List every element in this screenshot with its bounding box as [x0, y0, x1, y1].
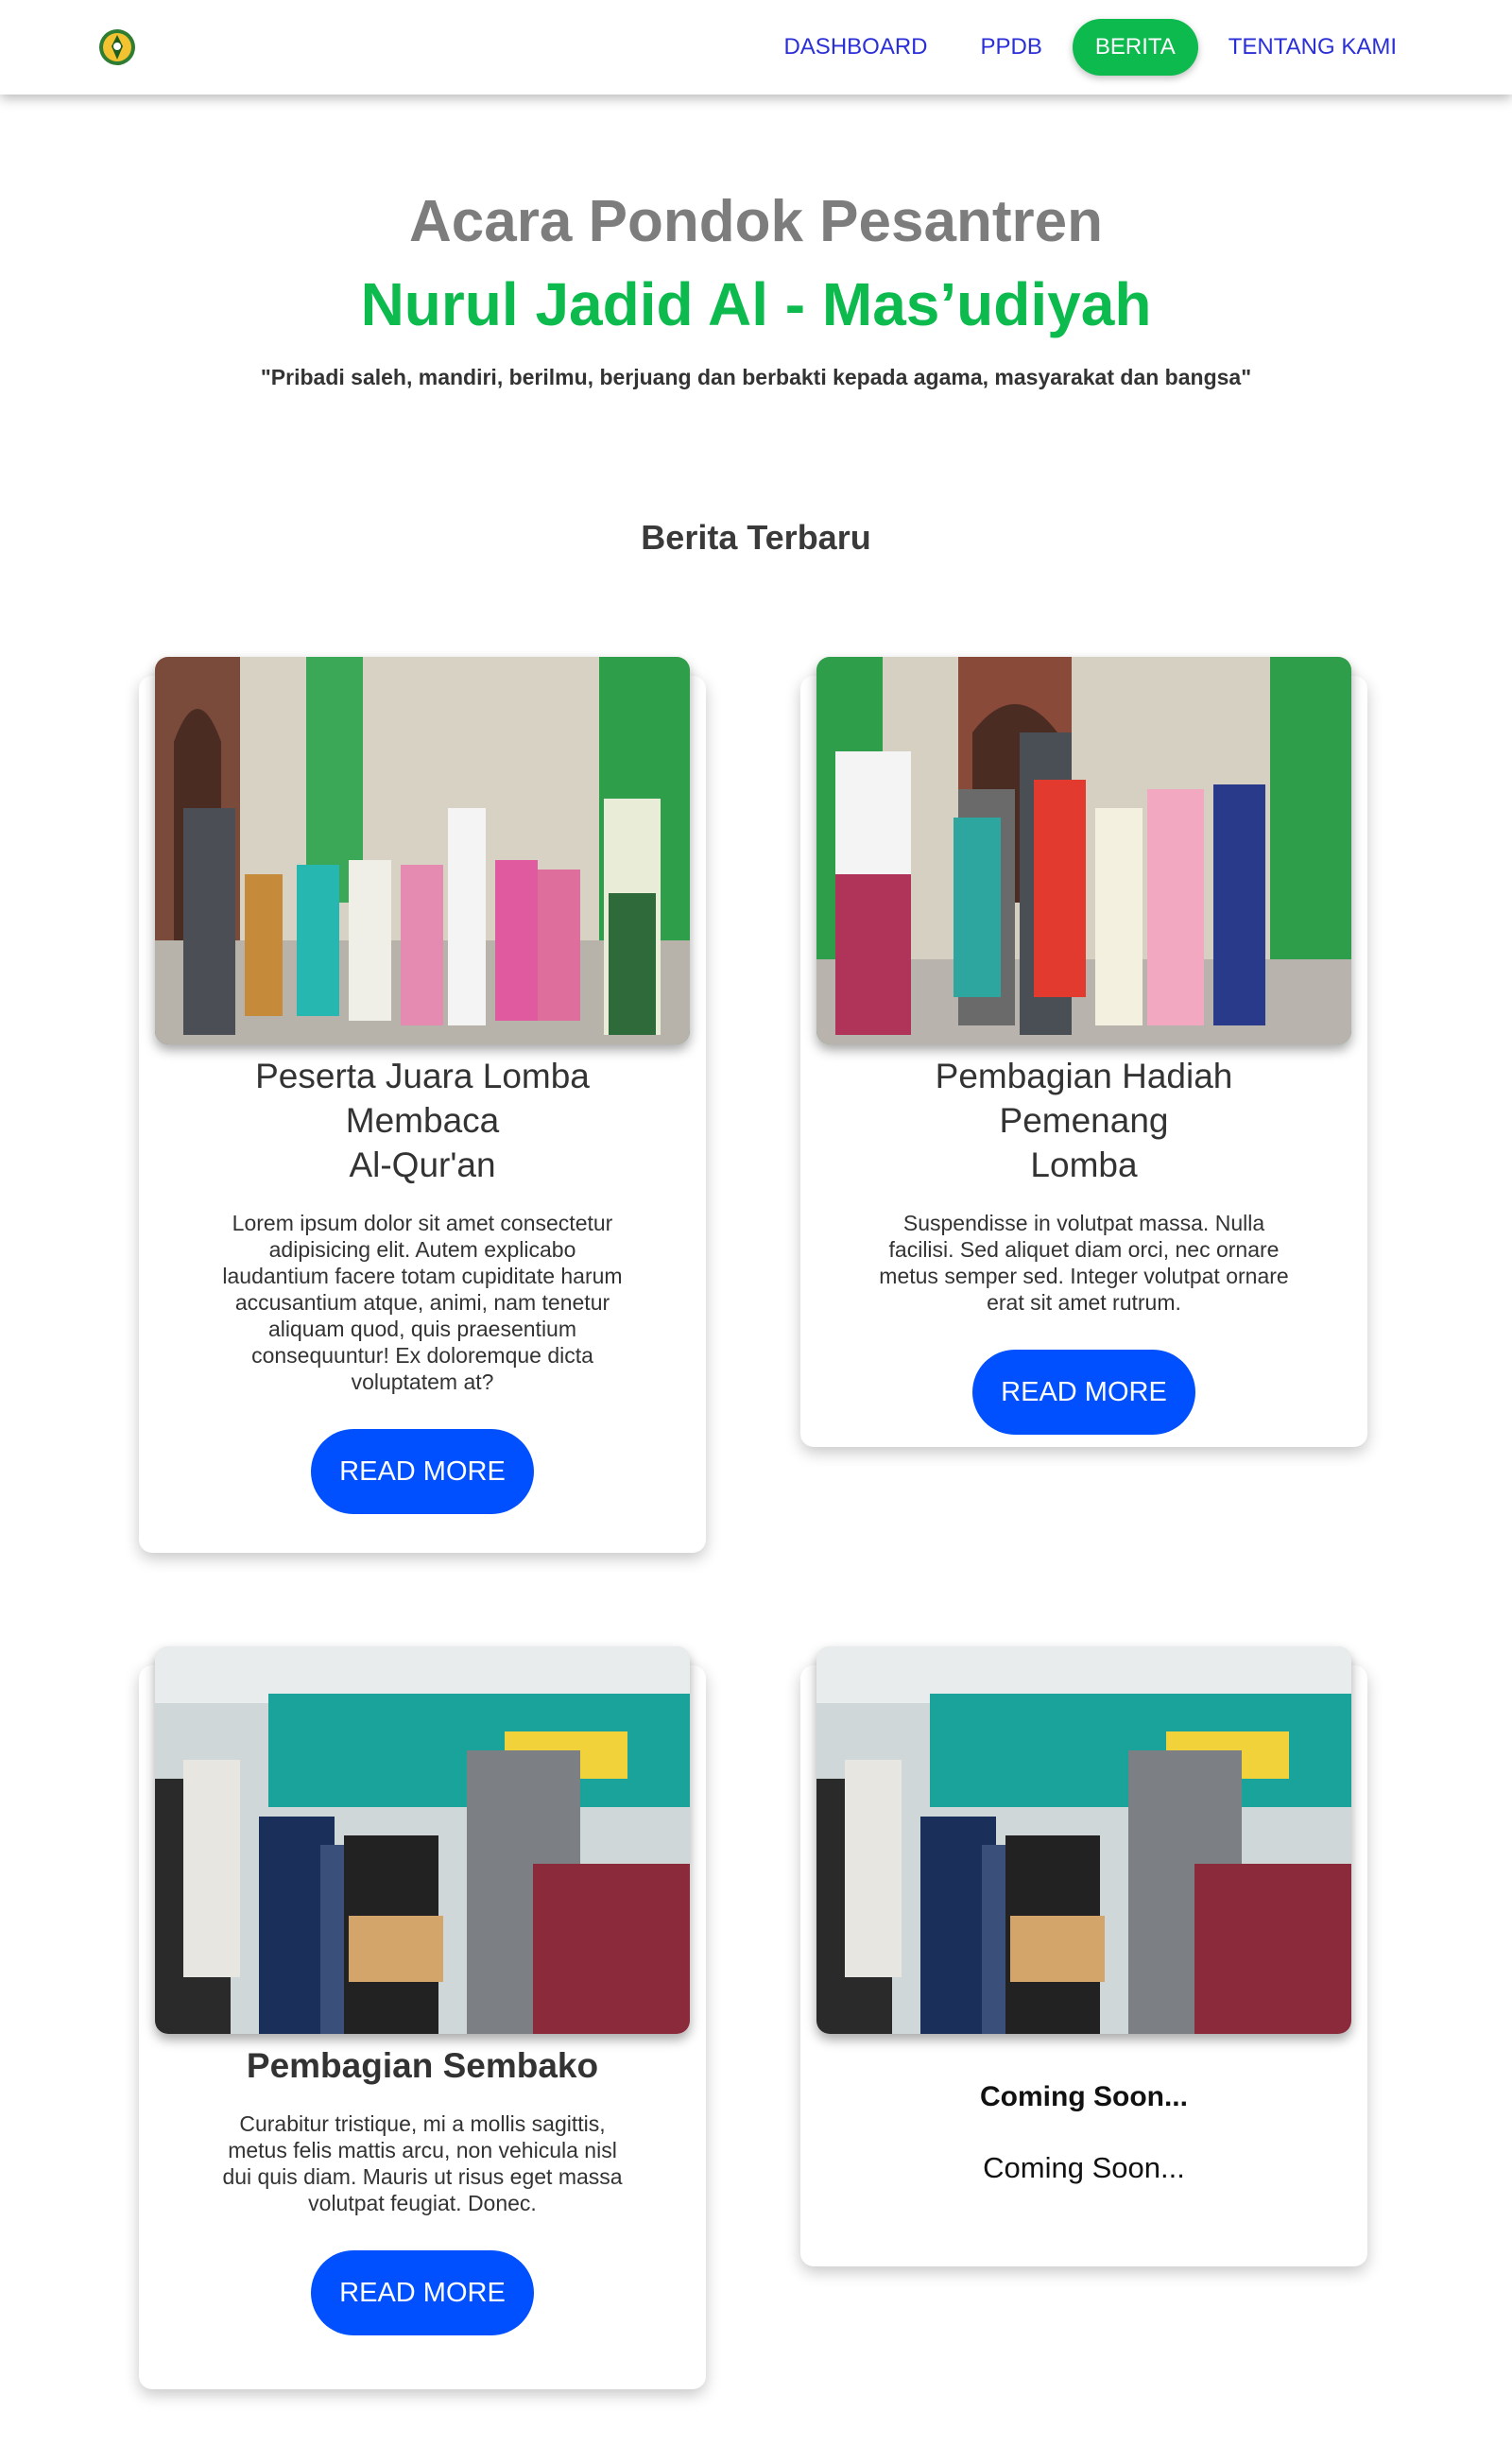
coming-soon-text: Coming Soon...	[983, 2151, 1185, 2184]
news-card-text: Curabitur tristique, mi a mollis sagitti…	[222, 2111, 623, 2215]
news-card: Peserta Juara Lomba Membaca Al-Qur'an Lo…	[139, 657, 706, 1553]
news-card-image	[816, 1646, 1351, 2034]
news-card-body: Peserta Juara Lomba Membaca Al-Qur'an Lo…	[139, 1054, 706, 1514]
news-card: Pembagian Hadiah Pemenang Lomba Suspendi…	[800, 657, 1367, 1447]
news-card: Coming Soon... Coming Soon...	[800, 1646, 1367, 2266]
nav-berita[interactable]: BERITA	[1072, 19, 1198, 76]
coming-soon-title: Coming Soon...	[980, 2081, 1188, 2112]
news-card-image	[816, 657, 1351, 1044]
section-title: Berita Terbaru	[641, 518, 871, 557]
news-card-image	[155, 1646, 690, 2034]
news-card-text: Suspendisse in volutpat massa. Nulla fac…	[879, 1211, 1289, 1315]
nav-ppdb[interactable]: PPDB	[958, 19, 1065, 76]
news-card-body: Coming Soon... Coming Soon...	[800, 2043, 1367, 2185]
hero-quote: "Pribadi saleh, mandiri, berilmu, berjua…	[260, 365, 1252, 389]
news-card: Pembagian Sembako Curabitur tristique, m…	[139, 1646, 706, 2389]
news-card-title: Peserta Juara Lomba Membaca Al-Qur'an	[255, 1057, 590, 1184]
read-more-button[interactable]: READ MORE	[311, 2250, 534, 2335]
nav-tentang-kami[interactable]: TENTANG KAMI	[1206, 19, 1419, 76]
hero-title-line1: Acara Pondok Pesantren	[409, 189, 1103, 254]
read-more-button[interactable]: READ MORE	[972, 1350, 1195, 1435]
nav-links: DASHBOARD PPDB BERITA TENTANG KAMI	[753, 19, 1419, 76]
hero-title-line2: Nurul Jadid Al - Mas’udiyah	[360, 270, 1152, 338]
news-card-text: Lorem ipsum dolor sit amet consectetur a…	[222, 1211, 623, 1394]
hero: Acara Pondok Pesantren Nurul Jadid Al - …	[0, 180, 1512, 390]
school-logo-icon[interactable]	[97, 27, 137, 67]
news-card-body: Pembagian Sembako Curabitur tristique, m…	[139, 2043, 706, 2335]
news-card-title: Pembagian Hadiah Pemenang Lomba	[935, 1057, 1233, 1184]
news-card-body: Pembagian Hadiah Pemenang Lomba Suspendi…	[800, 1054, 1367, 1435]
read-more-button[interactable]: READ MORE	[311, 1429, 534, 1514]
news-card-title: Pembagian Sembako	[246, 2046, 599, 2085]
navbar: DASHBOARD PPDB BERITA TENTANG KAMI	[0, 0, 1512, 95]
news-card-image	[155, 657, 690, 1044]
nav-dashboard[interactable]: DASHBOARD	[761, 19, 950, 76]
